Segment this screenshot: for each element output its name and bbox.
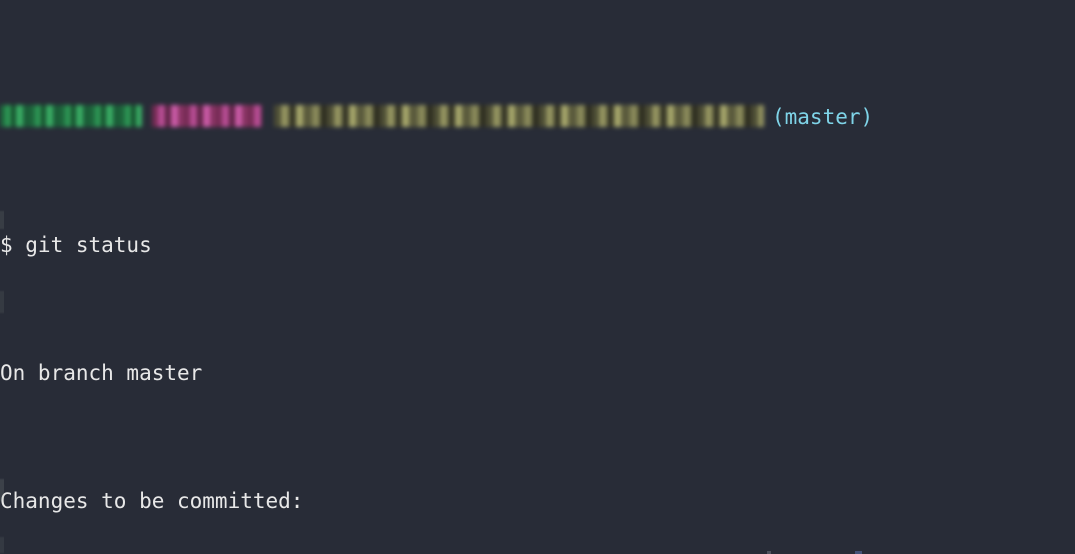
terminal-window[interactable]: (master) $ git status On branch master C… — [0, 0, 1075, 554]
terminal-output: (master) $ git status On branch master C… — [0, 5, 898, 554]
redacted-user-segment — [0, 105, 142, 127]
redacted-path-segment — [274, 105, 764, 127]
on-branch-line: On branch master — [0, 361, 203, 385]
git-branch-label: (master) — [772, 105, 874, 129]
staged-section-header: Changes to be committed: — [0, 489, 304, 513]
command-line: $ git status — [0, 233, 152, 257]
prompt-line: (master) — [0, 101, 898, 133]
redacted-host-segment — [152, 105, 262, 127]
